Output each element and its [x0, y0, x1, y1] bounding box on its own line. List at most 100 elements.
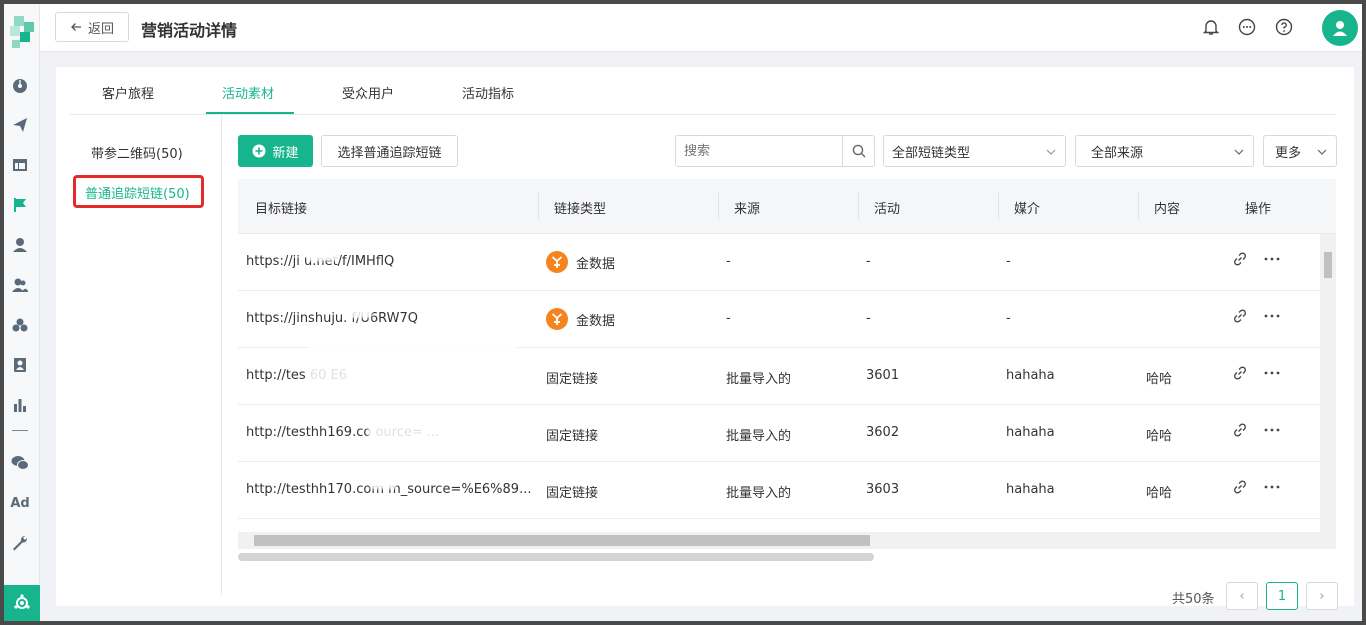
activity-cell: 3601	[866, 368, 900, 383]
col-target-link[interactable]: 目标链接	[255, 198, 307, 217]
col-divider	[1138, 193, 1139, 219]
settings-hub-icon[interactable]	[4, 585, 40, 621]
horizontal-scroll-thumb[interactable]	[254, 535, 870, 546]
arrow-left-icon	[71, 23, 81, 31]
user-icon[interactable]	[11, 236, 29, 254]
more-icon[interactable]	[1264, 484, 1280, 490]
tab-activity-metrics[interactable]: 活动指标	[462, 83, 514, 102]
source-cell: 批量导入的	[726, 372, 792, 387]
source-cell: 批量导入的	[726, 486, 792, 501]
more-icon[interactable]	[1264, 256, 1280, 262]
prev-page-button[interactable]: ‹	[1226, 582, 1258, 610]
users-icon[interactable]	[11, 276, 29, 294]
search-input[interactable]	[676, 136, 842, 166]
bell-icon[interactable]	[1202, 18, 1220, 36]
link-type: 固定链接	[546, 486, 599, 501]
link-icon[interactable]	[1232, 422, 1248, 438]
tab-customer-journey[interactable]: 客户旅程	[102, 83, 154, 102]
new-button-label: 新建	[272, 145, 299, 161]
col-divider	[718, 193, 719, 219]
send-icon[interactable]	[11, 116, 29, 134]
source-cell: 批量导入的	[726, 429, 792, 444]
content-cell: 哈哈	[1146, 486, 1173, 501]
link-icon[interactable]	[1232, 365, 1248, 381]
source-select[interactable]: 全部来源	[1075, 135, 1254, 167]
medium-cell: hahaha	[1006, 482, 1055, 497]
activity-cell: 3603	[866, 482, 900, 497]
avatar[interactable]	[1322, 10, 1358, 46]
tab-active-underline	[206, 112, 294, 114]
col-divider	[998, 193, 999, 219]
ad-icon[interactable]: Ad	[10, 494, 29, 512]
table-row: https://jinshuju. f/U6RW7Q 金数据 - - -	[238, 291, 1320, 348]
flag-icon[interactable]	[11, 196, 29, 214]
plus-circle-icon	[252, 144, 266, 158]
group-icon[interactable]	[11, 316, 29, 334]
link-type: 固定链接	[546, 372, 599, 387]
col-content[interactable]: 内容	[1154, 198, 1180, 217]
medium-cell: hahaha	[1006, 368, 1055, 383]
tab-bar: 客户旅程 活动素材 受众用户 活动指标	[70, 67, 1336, 115]
horizontal-scrollbar[interactable]	[238, 532, 1336, 549]
link-type-label: 金数据	[576, 256, 616, 272]
search-box	[675, 135, 875, 167]
vertical-scrollbar[interactable]	[1320, 234, 1336, 532]
col-activity[interactable]: 活动	[874, 198, 900, 217]
page-button[interactable]: 1	[1266, 582, 1298, 610]
next-page-button[interactable]: ›	[1306, 582, 1338, 610]
sidebar: Ad	[4, 4, 40, 621]
link-type: 固定链接	[546, 429, 599, 444]
highlight-annotation	[73, 175, 204, 208]
link-icon[interactable]	[1232, 251, 1248, 267]
link-type-label: 金数据	[576, 313, 616, 329]
chevron-down-icon	[1317, 149, 1327, 155]
wechat-icon[interactable]	[11, 454, 29, 472]
user-avatar-icon	[1333, 21, 1347, 36]
page-title: 营销活动详情	[141, 21, 238, 40]
dashboard-icon[interactable]	[11, 76, 29, 94]
back-button[interactable]: 返回	[55, 12, 129, 42]
content-card: 客户旅程 活动素材 受众用户 活动指标 带参二维码(50) 普通追踪短链(50)…	[56, 67, 1354, 610]
activity-cell: -	[866, 254, 871, 269]
target-link[interactable]: https://jinshuju. f/U6RW7Q	[246, 311, 418, 326]
col-source[interactable]: 来源	[734, 198, 760, 217]
redaction-blur	[346, 300, 372, 318]
new-button[interactable]: 新建	[238, 135, 313, 167]
bar-chart-icon[interactable]	[11, 396, 29, 414]
content-cell: 哈哈	[1146, 429, 1173, 444]
link-icon[interactable]	[1232, 479, 1248, 495]
layout-icon[interactable]	[11, 156, 29, 174]
medium-cell: -	[1006, 254, 1011, 269]
tab-audience-users[interactable]: 受众用户	[342, 83, 394, 102]
jinshuju-logo-icon	[546, 251, 568, 273]
vertical-scroll-thumb[interactable]	[1324, 252, 1332, 278]
link-icon[interactable]	[1232, 308, 1248, 324]
menu-item-qrcode[interactable]: 带参二维码(50)	[91, 143, 183, 162]
more-icon[interactable]	[1264, 370, 1280, 376]
col-link-type[interactable]: 链接类型	[554, 198, 606, 217]
select-short-link-button[interactable]: 选择普通追踪短链	[321, 135, 458, 167]
activity-cell: 3602	[866, 425, 900, 440]
tab-activity-materials[interactable]: 活动素材	[222, 83, 274, 102]
search-button[interactable]	[842, 136, 874, 166]
link-type-select[interactable]: 全部短链类型	[883, 135, 1066, 167]
content-cell: 哈哈	[1146, 372, 1173, 387]
more-label: 更多	[1275, 145, 1302, 161]
wrench-icon[interactable]	[11, 534, 29, 552]
bookmark-user-icon[interactable]	[11, 356, 29, 374]
jinshuju-logo-icon	[546, 308, 568, 330]
medium-cell: hahaha	[1006, 425, 1055, 440]
more-icon[interactable]	[1264, 427, 1280, 433]
table-row: http://testhh170.com m_source=%E6%89... …	[238, 462, 1320, 519]
chat-icon[interactable]	[1238, 18, 1256, 36]
link-type: 金数据	[546, 308, 615, 330]
pager-total: 共50条	[1172, 592, 1215, 607]
outer-horizontal-scrollbar[interactable]	[238, 553, 874, 561]
source-value: 全部来源	[1091, 145, 1144, 161]
col-medium[interactable]: 媒介	[1014, 198, 1040, 217]
more-dropdown[interactable]: 更多	[1263, 135, 1337, 167]
redaction-blur	[308, 343, 518, 395]
medium-cell: -	[1006, 311, 1011, 326]
help-icon[interactable]	[1275, 18, 1293, 36]
more-icon[interactable]	[1264, 313, 1280, 319]
